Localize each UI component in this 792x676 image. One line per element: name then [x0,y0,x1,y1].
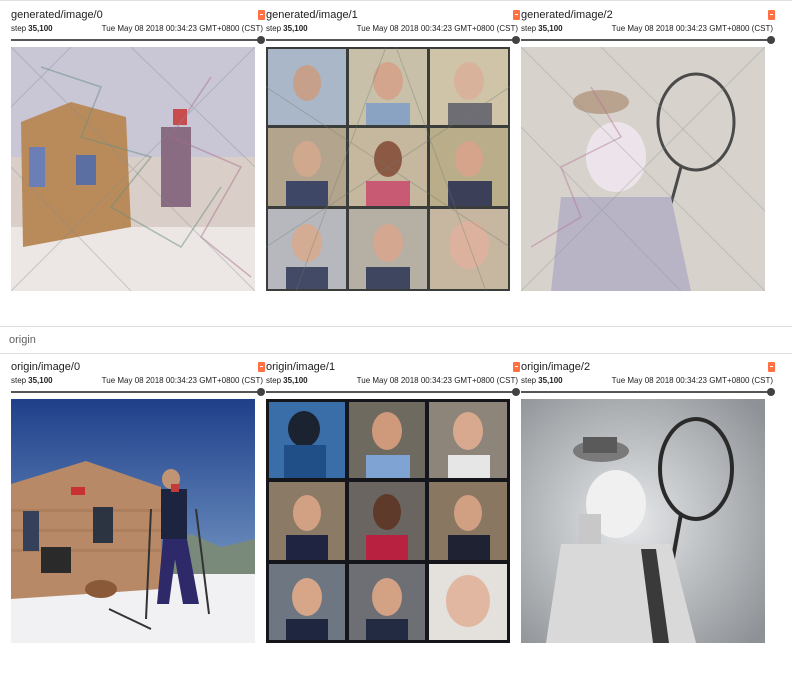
slider-knob[interactable] [512,36,520,44]
image-display [521,47,765,291]
card-title: origin/image/1 [266,361,336,373]
step-label: step [266,24,282,33]
card-title: origin/image/0 [11,361,81,373]
slider-knob[interactable] [512,388,520,396]
step-value: 35,100 [28,24,53,33]
card-title: generated/image/1 [266,9,358,21]
card-meta: step 35,100 Tue May 08 2018 00:34:23 GMT+… [11,24,265,33]
slider-knob[interactable] [767,36,775,44]
step-label: step [521,376,537,385]
card-meta: step 35,100 Tue May 08 2018 00:34:23 GMT+… [266,376,520,385]
card-meta: step 35,100 Tue May 08 2018 00:34:23 GMT+… [266,24,520,33]
card-title: generated/image/0 [11,9,103,21]
card-meta: step 35,100 Tue May 08 2018 00:34:23 GMT+… [521,376,775,385]
timestamp: Tue May 08 2018 00:34:23 GMT+0800 (CST) [611,376,773,385]
step-value: 35,100 [538,24,563,33]
timestamp: Tue May 08 2018 00:34:23 GMT+0800 (CST) [101,24,263,33]
image-card: generated/image/2 step 35,100 Tue May 08 … [521,7,775,297]
pin-icon[interactable] [258,10,265,20]
image-display [11,47,255,291]
timestamp: Tue May 08 2018 00:34:23 GMT+0800 (CST) [611,24,773,33]
image-display [266,47,510,291]
step-slider[interactable] [266,36,520,44]
pin-icon[interactable] [258,362,265,372]
step-label: step [266,376,282,385]
step-slider[interactable] [521,36,775,44]
step-slider[interactable] [11,36,265,44]
card-meta: step 35,100 Tue May 08 2018 00:34:23 GMT+… [11,376,265,385]
step-value: 35,100 [283,24,308,33]
origin-section: origin/image/0 step 35,100 Tue May 08 201… [0,353,792,676]
step-value: 35,100 [283,376,308,385]
pin-icon[interactable] [513,362,520,372]
image-card: generated/image/1 step 35,100 Tue May 08 … [266,7,520,297]
pin-icon[interactable] [768,10,775,20]
step-label: step [521,24,537,33]
section-header-origin[interactable]: origin [0,326,792,353]
image-card: generated/image/0 step 35,100 Tue May 08 … [11,7,265,297]
slider-knob[interactable] [257,36,265,44]
card-title: origin/image/2 [521,361,591,373]
timestamp: Tue May 08 2018 00:34:23 GMT+0800 (CST) [101,376,263,385]
pin-icon[interactable] [513,10,520,20]
step-slider[interactable] [266,388,520,396]
step-slider[interactable] [521,388,775,396]
card-title: generated/image/2 [521,9,613,21]
step-label: step [11,376,27,385]
step-slider[interactable] [11,388,265,396]
step-value: 35,100 [538,376,563,385]
timestamp: Tue May 08 2018 00:34:23 GMT+0800 (CST) [356,376,518,385]
pin-icon[interactable] [768,362,775,372]
image-card: origin/image/1 step 35,100 Tue May 08 201… [266,359,520,649]
image-display [521,399,765,643]
image-display [266,399,510,643]
section-header-label: origin [9,334,36,346]
generated-section: generated/image/0 step 35,100 Tue May 08 … [0,0,792,326]
slider-knob[interactable] [767,388,775,396]
step-label: step [11,24,27,33]
image-card: origin/image/0 step 35,100 Tue May 08 201… [11,359,265,649]
image-card: origin/image/2 step 35,100 Tue May 08 201… [521,359,775,649]
timestamp: Tue May 08 2018 00:34:23 GMT+0800 (CST) [356,24,518,33]
slider-knob[interactable] [257,388,265,396]
step-value: 35,100 [28,376,53,385]
image-display [11,399,255,643]
card-meta: step 35,100 Tue May 08 2018 00:34:23 GMT+… [521,24,775,33]
